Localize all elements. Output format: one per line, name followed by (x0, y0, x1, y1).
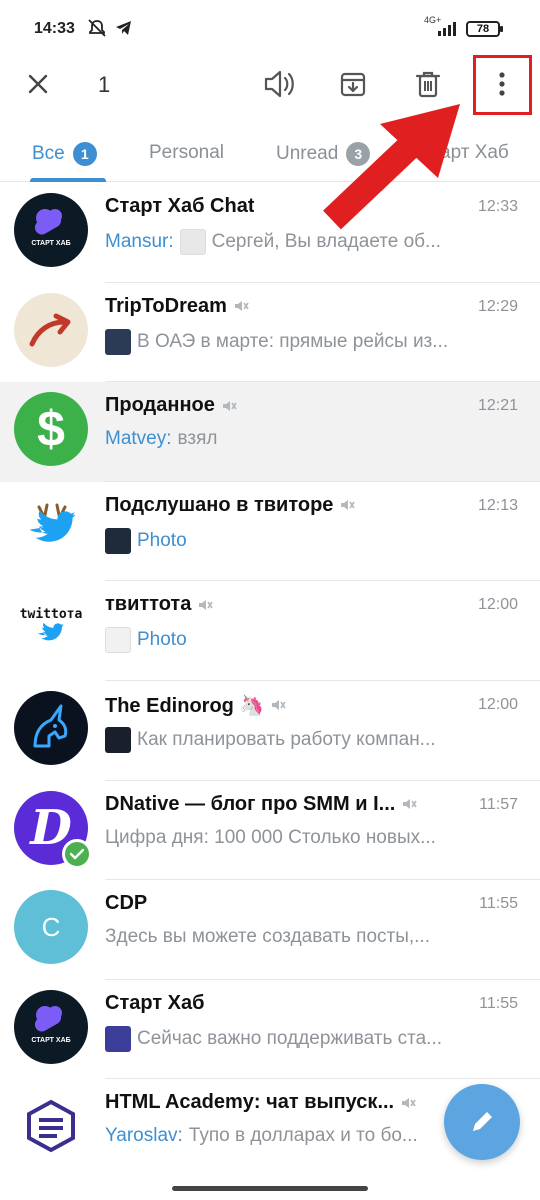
muted-icon (403, 799, 418, 810)
chat-time: 12:13 (477, 496, 518, 514)
chat-title: Старт Хаб Chat (105, 195, 255, 217)
chat-time: 11:55 (479, 895, 518, 913)
start-hub-logo-icon: СТАРТ ХАБ (31, 1005, 71, 1044)
image-thumbnail (105, 627, 131, 654)
home-gesture-bar[interactable] (172, 1186, 368, 1191)
archive-icon (340, 72, 366, 97)
chat-preview: Как планировать работу компан... (105, 726, 495, 753)
chat-row[interactable]: D DNative — блог про SMM и I... 11:57 Ци… (0, 781, 540, 881)
chat-preview: Yaroslav: Тупо в долларах и то бо... (105, 1125, 418, 1147)
avatar: D (14, 790, 92, 869)
chat-time: 12:29 (477, 297, 518, 315)
pencil-icon (473, 1112, 492, 1131)
twitter-bird-icon (37, 622, 64, 641)
image-thumbnail (105, 328, 131, 355)
muted-icon (222, 400, 237, 411)
chat-title: Старт Хаб (105, 991, 205, 1014)
arrow-logo-icon (29, 313, 71, 347)
chat-preview: Photo (105, 527, 495, 554)
image-thumbnail (179, 229, 206, 255)
muted-icon (402, 1097, 416, 1108)
trash-icon (415, 71, 441, 98)
chat-title: TripToDream (105, 295, 249, 318)
new-message-fab[interactable] (444, 1084, 520, 1160)
chat-list: СТАРТ ХАБ Старт Хаб Chat 12:33 Mansur: С… (0, 183, 540, 1179)
chat-row[interactable]: TripToDream 12:29 В ОАЭ в марте: прямые … (0, 283, 540, 383)
avatar (14, 491, 88, 566)
online-check-icon (62, 838, 92, 869)
tab-all[interactable]: Все 1 (32, 142, 97, 166)
dollar-icon: $ (37, 401, 65, 458)
chat-preview: Photo (105, 627, 495, 654)
chat-title: твиттота (105, 593, 214, 616)
unread-badge: 1 (72, 142, 97, 166)
annotation-arrow-icon (323, 104, 460, 230)
chat-title: DNative — блог про SMM и I... (105, 793, 418, 816)
image-thumbnail (105, 1025, 131, 1052)
chat-preview: Здесь вы можете создавать посты,... (105, 926, 430, 948)
chat-time: 11:57 (479, 795, 518, 813)
status-time: 14:33 (34, 20, 75, 37)
avatar (14, 690, 88, 765)
chat-preview: Matvey: взял (105, 428, 218, 450)
active-tab-indicator (30, 178, 106, 182)
image-thumbnail (105, 527, 131, 554)
chat-row[interactable]: Подслушано в твиторе 12:13 Photo (0, 482, 540, 582)
muted-icon (272, 700, 287, 711)
chat-title: HTML Academy: чат выпуск... (105, 1091, 416, 1114)
annotation-highlight-box (473, 55, 532, 115)
svg-text:СТАРТ ХАБ: СТАРТ ХАБ (31, 1037, 70, 1044)
muted-icon (341, 500, 356, 511)
avatar: СТАРТ ХАБ (14, 989, 88, 1064)
chat-title: Проданное (105, 394, 237, 417)
chat-row-selected[interactable]: $ Проданное 12:21 Matvey: взял (0, 382, 540, 482)
chat-title: Подслушано в твиторе (105, 494, 356, 517)
muted-icon (234, 301, 249, 312)
selected-count: 1 (98, 72, 111, 97)
close-selection-button[interactable] (16, 62, 60, 106)
muted-notifications-icon (88, 19, 106, 37)
svg-text:СТАРТ ХАБ: СТАРТ ХАБ (31, 240, 70, 247)
chat-preview: В ОАЭ в марте: прямые рейсы из... (105, 328, 495, 355)
image-thumbnail (105, 726, 131, 753)
chat-time: 11:55 (479, 994, 518, 1012)
avatar (14, 1089, 88, 1164)
chat-row[interactable]: twittота твиттота 12:00 Photo (0, 581, 540, 681)
chat-time: 12:00 (477, 596, 518, 614)
chat-row[interactable]: The Edinorog 🦄 12:00 Как планировать раб… (0, 681, 540, 781)
avatar: C (14, 890, 88, 965)
chat-row[interactable]: C CDP 11:55 Здесь вы можете создавать по… (0, 880, 540, 980)
battery-icon: 78 (466, 21, 503, 37)
chat-title: CDP (105, 892, 148, 915)
chat-time: 12:00 (477, 695, 518, 713)
avatar: СТАРТ ХАБ (14, 193, 88, 267)
chat-time: 12:21 (477, 397, 518, 415)
chat-title: The Edinorog 🦄 (105, 693, 287, 718)
signal-icon (438, 22, 456, 36)
avatar: $ (14, 392, 88, 467)
chat-time: 12:33 (477, 198, 518, 215)
system-nav-bar (0, 1172, 540, 1200)
html-academy-logo-icon (27, 1100, 75, 1153)
status-bar: 14:33 4G+ 78 (0, 0, 540, 56)
chat-row[interactable]: СТАРТ ХАБ Старт Хаб 11:55 Сейчас важно п… (0, 980, 540, 1080)
start-hub-logo-icon: СТАРТ ХАБ (31, 209, 71, 247)
mute-button[interactable] (258, 62, 302, 106)
unicorn-icon (33, 704, 68, 748)
telegram-icon (116, 21, 131, 35)
avatar: twittота (14, 591, 88, 666)
chat-preview: Цифра дня: 100 000 Столько новых... (105, 826, 436, 848)
tab-personal[interactable]: Personal (149, 142, 224, 164)
avatar (14, 292, 88, 367)
speaker-icon (264, 70, 294, 98)
twitter-bird-icon (29, 503, 76, 542)
muted-icon (199, 599, 214, 610)
chat-preview: Сейчас важно поддерживать ста... (105, 1025, 495, 1052)
close-icon (28, 74, 48, 94)
